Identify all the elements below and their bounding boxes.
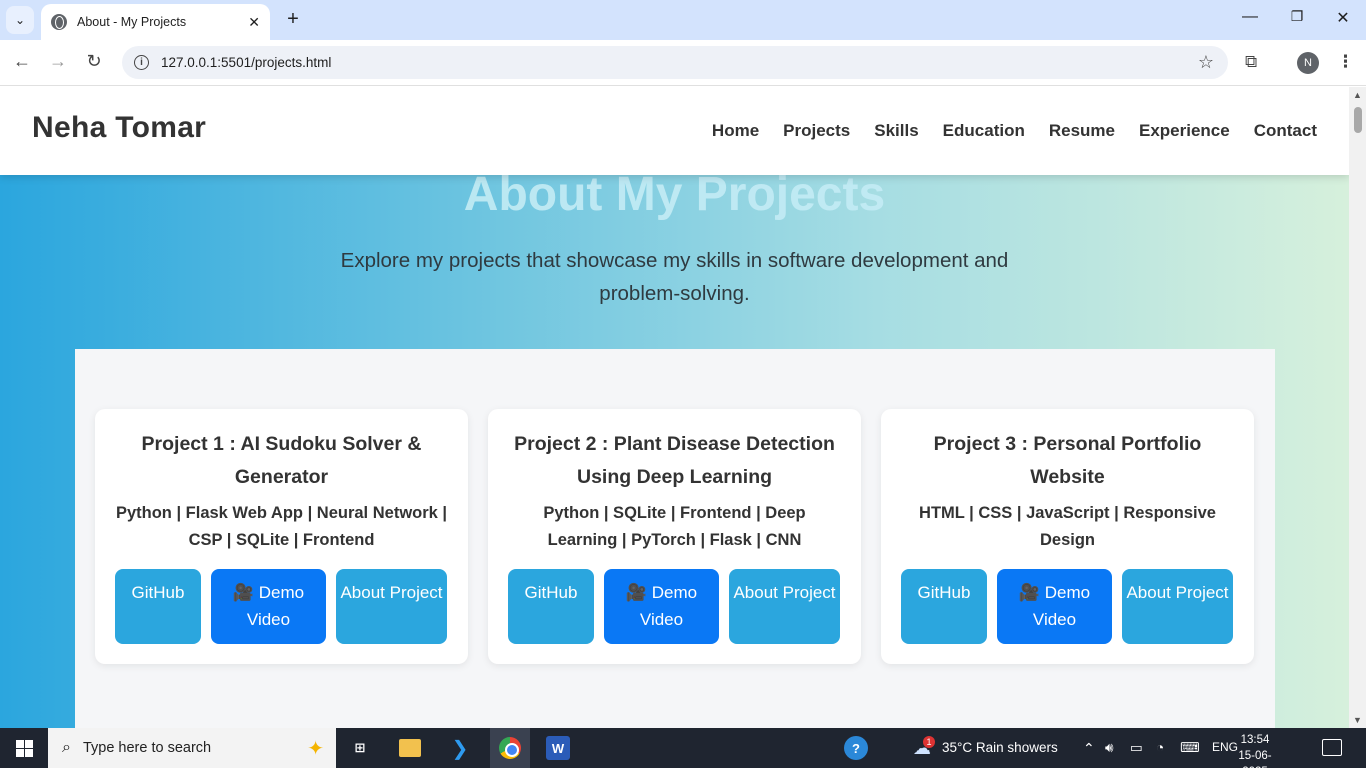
demo-video-button[interactable]: 🎥 Demo Video xyxy=(211,569,326,644)
project-actions: GitHub 🎥 Demo Video About Project xyxy=(901,569,1234,644)
project-card: Project 2 : Plant Disease Detection Usin… xyxy=(488,409,861,664)
nav-experience[interactable]: Experience xyxy=(1139,121,1230,141)
project-title: Project 1 : AI Sudoku Solver & Generator xyxy=(141,433,422,488)
new-tab-button[interactable]: + xyxy=(282,8,304,31)
search-icon: ⌕ xyxy=(62,739,71,756)
project-title: Project 2 : Plant Disease Detection Usin… xyxy=(514,433,835,488)
about-project-button[interactable]: About Project xyxy=(729,569,840,644)
demo-video-button[interactable]: 🎥 Demo Video xyxy=(997,569,1112,644)
scroll-down-icon[interactable]: ▼ xyxy=(1353,715,1362,725)
bookmark-star-icon[interactable]: ☆ xyxy=(1198,52,1214,73)
notifications-icon[interactable] xyxy=(1322,739,1342,756)
more-menu-icon[interactable]: ⋮ xyxy=(1337,52,1354,72)
word-icon[interactable]: W xyxy=(546,736,570,760)
scroll-up-icon[interactable]: ▲ xyxy=(1353,90,1362,100)
project-tech: Python | SQLite | Frontend | Deep Learni… xyxy=(543,504,806,549)
taskbar-search[interactable]: ⌕ Type here to search ✦ xyxy=(48,728,336,768)
chevron-down-icon: ⌄ xyxy=(14,13,26,27)
search-placeholder: Type here to search xyxy=(82,740,212,756)
file-explorer-icon[interactable] xyxy=(399,739,421,757)
close-tab-icon[interactable]: ✕ xyxy=(248,14,260,31)
wifi-icon[interactable]: ◔ xyxy=(1156,740,1164,755)
tab-title: About - My Projects xyxy=(77,15,187,29)
extensions-icon[interactable]: ⧉ xyxy=(1245,52,1257,72)
restore-icon[interactable]: ❐ xyxy=(1287,8,1307,25)
project-tech: Python | Flask Web App | Neural Network … xyxy=(115,504,448,549)
nav-skills[interactable]: Skills xyxy=(874,121,918,141)
about-project-button[interactable]: About Project xyxy=(1122,569,1233,644)
nav-education[interactable]: Education xyxy=(943,121,1025,141)
volume-icon[interactable]: 🔊︎ xyxy=(1105,740,1114,756)
chevron-up-icon[interactable]: ⌃ xyxy=(1083,740,1095,757)
clock-time: 13:54 xyxy=(1240,734,1270,746)
weather-text[interactable]: 35°C Rain showers xyxy=(942,740,1058,755)
tab-search-button[interactable]: ⌄ xyxy=(6,6,34,34)
address-bar[interactable]: i 127.0.0.1:5501/projects.html ☆ xyxy=(122,46,1228,79)
browser-tab-bar: ⌄ About - My Projects ✕ + — ❐ ✕ xyxy=(0,0,1366,40)
nav-resume[interactable]: Resume xyxy=(1049,121,1115,141)
copilot-sparkle-icon[interactable]: ✦ xyxy=(307,736,324,761)
reload-icon[interactable]: ↻ xyxy=(82,51,106,72)
globe-icon xyxy=(51,14,67,30)
system-clock[interactable]: 13:54 15-06-2025 xyxy=(1233,732,1277,768)
help-icon[interactable]: ? xyxy=(844,736,868,760)
site-nav: Home Projects Skills Education Resume Ex… xyxy=(712,121,1317,141)
github-button[interactable]: GitHub xyxy=(901,569,987,644)
page-subtitle: Explore my projects that showcase my ski… xyxy=(340,249,1009,305)
page-scrollbar[interactable]: ▲ ▼ xyxy=(1349,87,1366,728)
page-title: About My Projects xyxy=(463,168,886,221)
project-card: Project 1 : AI Sudoku Solver & Generator… xyxy=(95,409,468,664)
about-project-button[interactable]: About Project xyxy=(336,569,447,644)
clock-date: 15-06-2025 xyxy=(1238,750,1272,768)
nav-contact[interactable]: Contact xyxy=(1254,121,1317,141)
keyboard-icon[interactable]: ⌨ xyxy=(1180,740,1200,756)
nav-projects[interactable]: Projects xyxy=(783,121,850,141)
site-info-icon[interactable]: i xyxy=(134,55,149,70)
projects-panel: Project 1 : AI Sudoku Solver & Generator… xyxy=(75,349,1275,728)
battery-icon[interactable]: ▭ xyxy=(1130,740,1143,756)
browser-tab[interactable]: About - My Projects ✕ xyxy=(41,4,270,40)
github-button[interactable]: GitHub xyxy=(115,569,201,644)
project-tech: HTML | CSS | JavaScript | Responsive Des… xyxy=(919,504,1216,549)
profile-avatar[interactable]: N xyxy=(1297,52,1319,74)
project-title: Project 3 : Personal Portfolio Website xyxy=(933,433,1202,488)
close-window-icon[interactable]: ✕ xyxy=(1333,8,1353,28)
windows-start-icon[interactable] xyxy=(16,740,33,757)
forward-icon[interactable]: → xyxy=(46,51,70,72)
back-icon[interactable]: ← xyxy=(10,51,34,72)
vscode-icon[interactable]: ❯ xyxy=(448,736,472,760)
scroll-thumb[interactable] xyxy=(1354,107,1362,133)
address-url[interactable]: 127.0.0.1:5501/projects.html xyxy=(161,55,331,70)
browser-toolbar: ← → ↻ i 127.0.0.1:5501/projects.html ☆ ⧉… xyxy=(0,40,1366,86)
github-button[interactable]: GitHub xyxy=(508,569,594,644)
chrome-icon[interactable] xyxy=(490,728,530,768)
site-brand[interactable]: Neha Tomar xyxy=(32,111,206,145)
demo-video-button[interactable]: 🎥 Demo Video xyxy=(604,569,719,644)
minimize-icon[interactable]: — xyxy=(1240,8,1260,26)
project-actions: GitHub 🎥 Demo Video About Project xyxy=(508,569,841,644)
page-viewport: Neha Tomar Home Projects Skills Educatio… xyxy=(0,87,1349,728)
site-header: Neha Tomar Home Projects Skills Educatio… xyxy=(0,87,1349,175)
task-view-icon[interactable]: ⊞ xyxy=(348,736,372,760)
project-card: Project 3 : Personal Portfolio Website H… xyxy=(881,409,1254,664)
project-actions: GitHub 🎥 Demo Video About Project xyxy=(115,569,448,644)
nav-home[interactable]: Home xyxy=(712,121,759,141)
weather-badge: 1 xyxy=(923,736,935,748)
taskbar: ⌕ Type here to search ✦ ⊞ ❯ W ? ☁ 1 35°C… xyxy=(0,728,1366,768)
